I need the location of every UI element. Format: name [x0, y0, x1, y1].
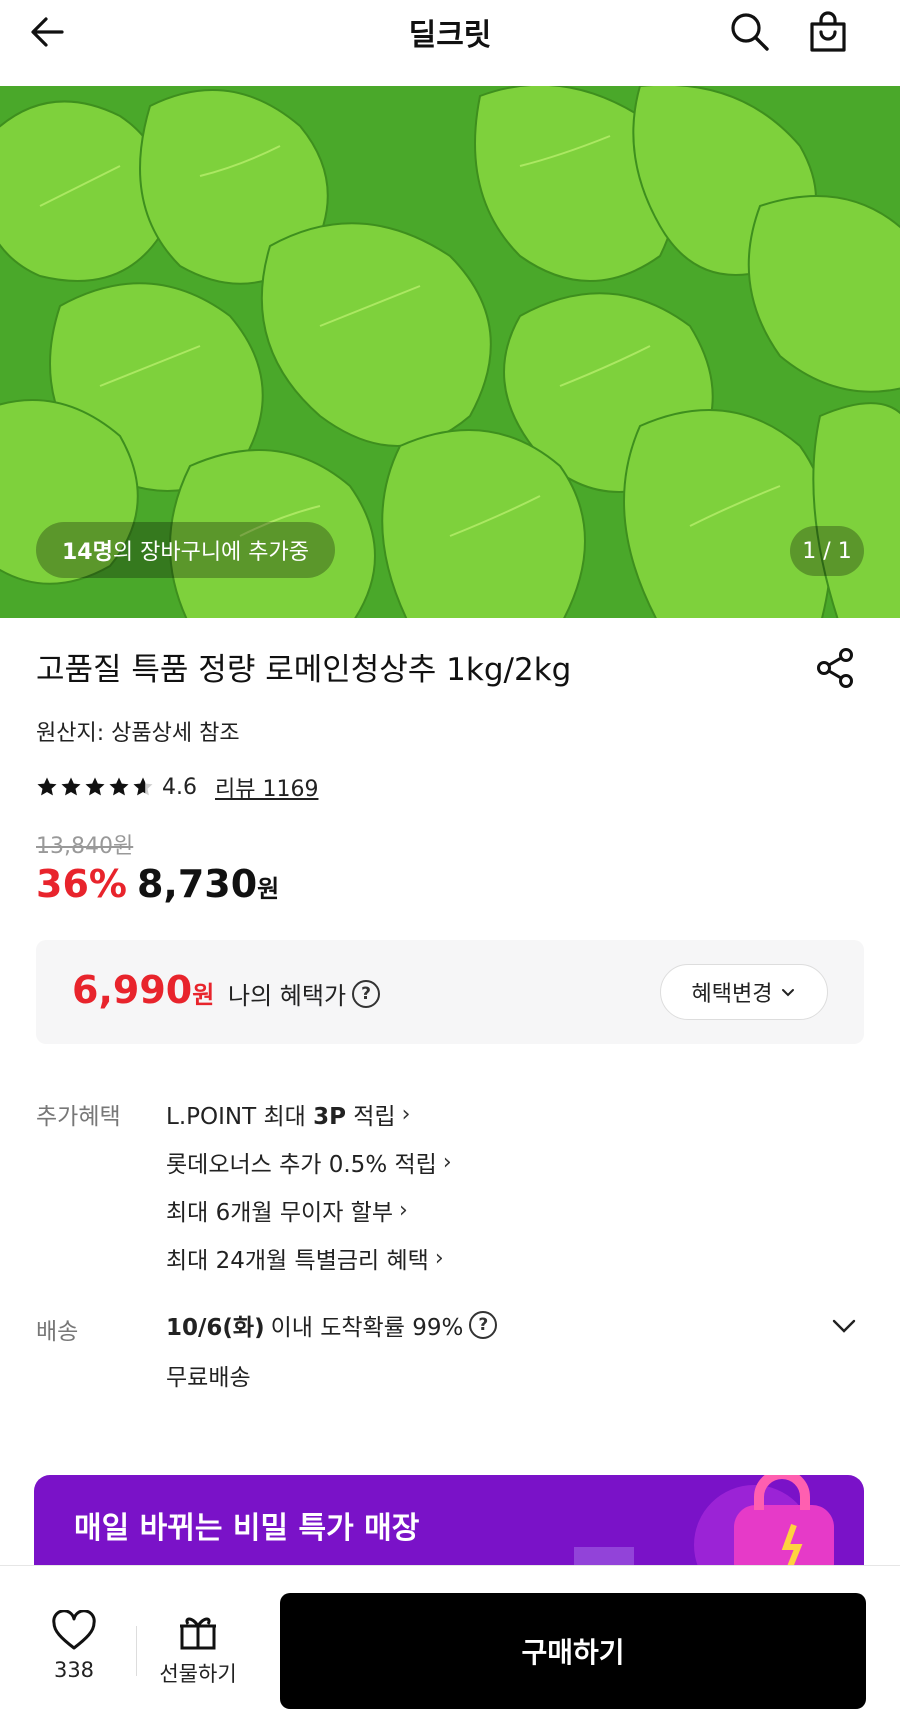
extra-benefit-item[interactable]: 최대 6개월 무이자 할부 › [166, 1186, 452, 1234]
help-icon[interactable]: ? [352, 979, 381, 1008]
star-icon [109, 777, 129, 796]
product-image[interactable]: 14명 의 장바구니에 추가중 1 / 1 [0, 86, 900, 618]
benefit-price-box: 6,990 원 나의 혜택가 ? 혜택변경 [36, 940, 864, 1044]
search-icon [731, 13, 769, 51]
cart-button[interactable] [802, 6, 854, 58]
extra-benefit-item[interactable]: 롯데오너스 추가 0.5% 적립 › [166, 1138, 452, 1186]
share-icon [817, 648, 853, 688]
chevron-right-icon: › [401, 1101, 411, 1127]
shipping-date: 10/6(화) [166, 1315, 265, 1341]
benefit-price-label: 나의 혜택가 ? [228, 976, 381, 1011]
search-button[interactable] [724, 6, 776, 58]
cart-count-text: 의 장바구니에 추가중 [112, 540, 310, 565]
shipping-probability: 이내 도착확률 99% [270, 1315, 464, 1341]
gift-button[interactable]: 선물하기 [150, 1610, 246, 1688]
benefit-label-text: 나의 혜택가 [228, 982, 347, 1010]
chevron-down-icon [832, 1319, 856, 1333]
shopping-bag-icon [810, 11, 846, 52]
benefit-price-unit: 원 [192, 981, 215, 1009]
benefit-price-value: 6,990 [72, 968, 193, 1012]
discount-rate: 36% [36, 862, 127, 906]
benefit-text: 최대 24개월 특별금리 혜택 [166, 1248, 429, 1274]
shipping-info: 10/6(화) 이내 도착확률 99% ? [166, 1308, 498, 1342]
benefit-text-bold: 3P [313, 1104, 346, 1130]
heart-icon [52, 1610, 96, 1650]
rating-stars [36, 776, 154, 798]
banner-text: 매일 바뀌는 비밀 특가 매장 [74, 1511, 420, 1546]
share-button[interactable] [812, 644, 860, 692]
extra-benefits-label: 추가혜택 [36, 1104, 121, 1130]
price-row: 36% 8,730 원 [36, 862, 279, 906]
product-title: 고품질 특품 정량 로메인청상추 1kg/2kg [36, 652, 572, 688]
top-header: 딜크릿 [0, 0, 900, 86]
shipping-label: 배송 [36, 1319, 79, 1345]
divider [136, 1626, 137, 1676]
benefit-price: 6,990 원 [72, 968, 214, 1012]
sale-price-unit: 원 [257, 875, 280, 903]
extra-benefit-item[interactable]: 최대 24개월 특별금리 혜택 › [166, 1234, 452, 1282]
origin-text: 원산지: 상품상세 참조 [36, 721, 240, 746]
gift-icon [180, 1617, 216, 1650]
star-icon [37, 777, 57, 796]
cart-adding-badge: 14명 의 장바구니에 추가중 [36, 522, 336, 578]
wishlist-count: 338 [53, 1658, 95, 1682]
change-benefit-label: 혜택변경 [691, 982, 773, 1007]
change-benefit-button[interactable]: 혜택변경 [660, 964, 828, 1020]
shipping-expand-button[interactable] [826, 1308, 862, 1344]
chevron-right-icon: › [434, 1245, 444, 1271]
secret-deal-banner[interactable]: 매일 바뀌는 비밀 특가 매장 [34, 1475, 864, 1565]
wishlist-button[interactable]: 338 [36, 1610, 112, 1682]
benefit-text: 롯데오너스 추가 0.5% 적립 [166, 1152, 437, 1178]
star-icon [61, 777, 81, 796]
bottom-action-bar: 338 선물하기 구매하기 [0, 1565, 900, 1728]
rating-value: 4.6 [162, 774, 197, 800]
gift-label: 선물하기 [159, 1662, 237, 1686]
star-icon [85, 777, 105, 796]
benefit-text: 최대 6개월 무이자 할부 [166, 1200, 394, 1226]
original-price: 13,840원 [36, 834, 134, 859]
free-shipping: 무료배송 [166, 1365, 251, 1391]
sale-price: 8,730 [136, 862, 258, 906]
buy-button[interactable]: 구매하기 [280, 1593, 866, 1709]
benefit-text: L.POINT 최대 [166, 1104, 314, 1130]
chevron-right-icon: › [442, 1149, 452, 1175]
dealcrit-logo [574, 1475, 834, 1565]
cart-count: 14명 [62, 540, 113, 565]
review-link[interactable]: 리뷰 1169 [215, 771, 318, 803]
help-icon[interactable]: ? [469, 1311, 498, 1339]
extra-benefit-item[interactable]: L.POINT 최대 3P 적립 › [166, 1090, 452, 1138]
chevron-right-icon: › [399, 1197, 408, 1223]
star-icon [133, 777, 153, 796]
image-page-indicator: 1 / 1 [790, 526, 864, 576]
chevron-down-icon [782, 989, 795, 997]
extra-benefits-list: L.POINT 최대 3P 적립 › 롯데오너스 추가 0.5% 적립 › 최대… [166, 1090, 452, 1282]
benefit-text: 적립 [345, 1104, 396, 1130]
rating-row: 4.6 리뷰 1169 [36, 770, 318, 804]
